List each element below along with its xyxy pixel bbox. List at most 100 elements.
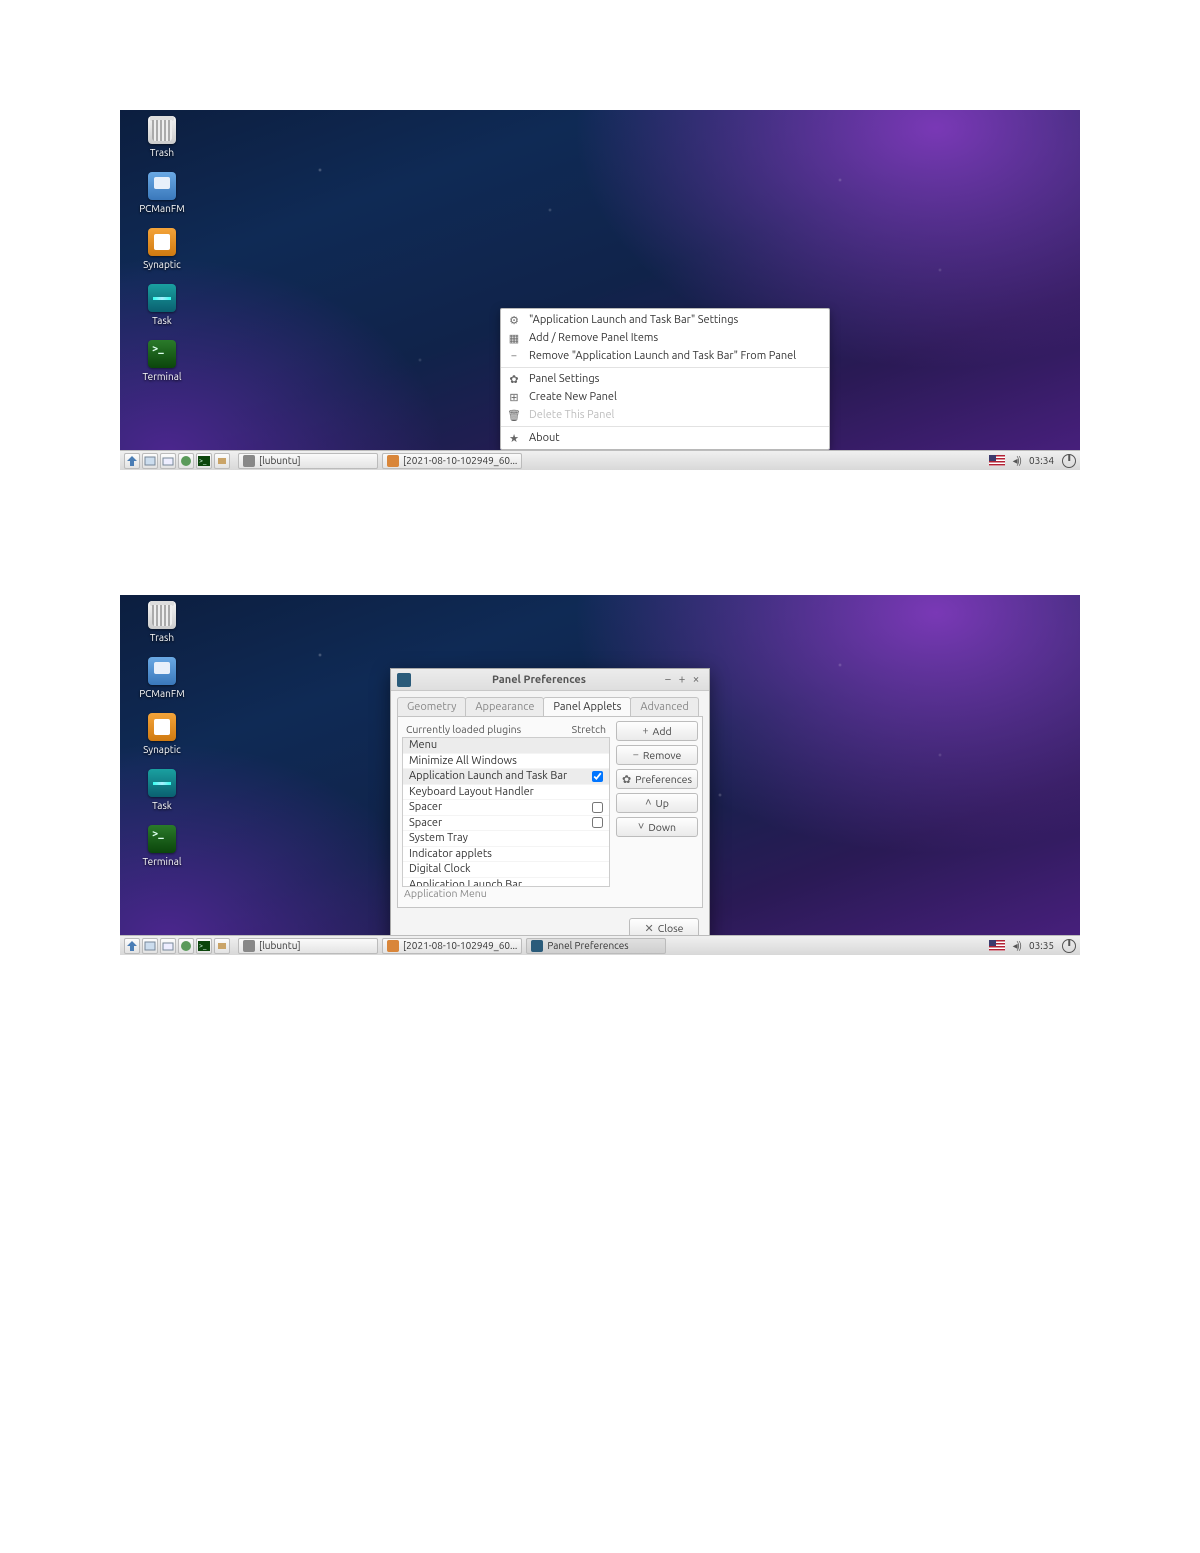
launcher-terminal-button[interactable]: >_ xyxy=(196,453,212,469)
menu-item-label: Add / Remove Panel Items xyxy=(529,332,658,344)
launcher-web-button[interactable] xyxy=(178,938,194,954)
plugin-label: Minimize All Windows xyxy=(409,755,603,767)
desktop-icon-pcmanfm-icon xyxy=(148,657,176,685)
launcher-extra-button[interactable] xyxy=(214,938,230,954)
plugin-row[interactable]: Minimize All Windows xyxy=(403,754,609,770)
plugin-row[interactable]: Indicator applets xyxy=(403,847,609,863)
clock[interactable]: 03:35 xyxy=(1029,940,1054,951)
folder-icon xyxy=(243,940,255,952)
menu-button[interactable] xyxy=(124,453,140,469)
plugin-row[interactable]: Keyboard Layout Handler xyxy=(403,785,609,801)
desktop-icon-trash[interactable]: Trash xyxy=(132,601,192,643)
plugin-row[interactable]: Menu xyxy=(403,738,609,754)
panel-context-menu: ⚙ "Application Launch and Task Bar" Setti… xyxy=(500,308,830,450)
desktop-icon-synaptic[interactable]: Synaptic xyxy=(132,713,192,755)
launcher-terminal-button[interactable]: >_ xyxy=(196,938,212,954)
down-button[interactable]: ˅Down xyxy=(616,817,698,837)
menu-item-create-panel[interactable]: ⊞Create New Panel xyxy=(501,388,829,406)
taskbar-item-label: [lubuntu] xyxy=(259,455,301,466)
taskbar-item-lubuntu[interactable]: [lubuntu] xyxy=(238,453,378,469)
menu-item-icon: − xyxy=(508,350,520,362)
plugin-label: Menu xyxy=(409,739,603,751)
close-window-button[interactable]: × xyxy=(689,673,703,687)
gear-icon: ✿ xyxy=(622,773,631,786)
plugin-label: Keyboard Layout Handler xyxy=(409,786,603,798)
launcher-files-button[interactable] xyxy=(160,453,176,469)
stretch-checkbox[interactable] xyxy=(592,771,603,782)
tab-advanced[interactable]: Advanced xyxy=(630,697,698,716)
menu-item-applet-settings[interactable]: ⚙ "Application Launch and Task Bar" Setti… xyxy=(501,311,829,329)
minimize-button[interactable]: − xyxy=(661,673,675,687)
desktop-icon-terminal[interactable]: Terminal xyxy=(132,825,192,867)
column-header-stretch: Stretch xyxy=(572,723,606,735)
desktop-icon-synaptic-icon xyxy=(148,228,176,256)
taskbar-item-panel-preferences[interactable]: Panel Preferences xyxy=(526,938,666,954)
taskbar-item-screenshot[interactable]: [2021-08-10-102949_60... xyxy=(382,938,522,954)
desktop-icon-task[interactable]: Task xyxy=(132,769,192,811)
plugins-list[interactable]: Menu Minimize All Windows Application Laun… xyxy=(402,737,610,887)
volume-icon[interactable]: ◂)) xyxy=(1013,940,1021,952)
plugin-label: Application Launch and Task Bar xyxy=(409,770,592,782)
menu-item-about[interactable]: ★ About xyxy=(501,429,829,447)
menu-button[interactable] xyxy=(124,938,140,954)
plugin-row[interactable]: System Tray xyxy=(403,831,609,847)
menu-item-label: "Application Launch and Task Bar" Settin… xyxy=(529,314,738,326)
dialog-tabs: GeometryAppearancePanel AppletsAdvanced xyxy=(391,691,709,716)
desktop-icon-synaptic-icon xyxy=(148,713,176,741)
taskbar-item-label: [lubuntu] xyxy=(259,940,301,951)
menu-item-remove-applet[interactable]: −Remove "Application Launch and Task Bar… xyxy=(501,347,829,365)
maximize-button[interactable]: + xyxy=(675,673,689,687)
taskbar-item-screenshot[interactable]: [2021-08-10-102949_60... xyxy=(382,453,522,469)
stretch-checkbox[interactable] xyxy=(592,802,603,813)
dialog-titlebar[interactable]: Panel Preferences − + × xyxy=(391,669,709,691)
show-desktop-button[interactable] xyxy=(142,453,158,469)
launcher-extra-button[interactable] xyxy=(214,453,230,469)
tab-geometry[interactable]: Geometry xyxy=(397,697,466,716)
add-button[interactable]: +Add xyxy=(616,721,698,741)
menu-item-label: Remove "Application Launch and Task Bar"… xyxy=(529,350,796,362)
menu-item-delete-panel: 🗑Delete This Panel xyxy=(501,406,829,424)
desktop-icon-terminal-icon xyxy=(148,340,176,368)
shutdown-button[interactable] xyxy=(1062,939,1076,953)
plugin-row[interactable]: Digital Clock xyxy=(403,862,609,878)
desktop-icon-pcmanfm[interactable]: PCManFM xyxy=(132,657,192,699)
menu-item-label: Delete This Panel xyxy=(529,409,614,421)
plugin-row[interactable]: Spacer xyxy=(403,800,609,816)
launcher-web-button[interactable] xyxy=(178,453,194,469)
taskbar-item-lubuntu[interactable]: [lubuntu] xyxy=(238,938,378,954)
launcher-files-button[interactable] xyxy=(160,938,176,954)
plugin-row[interactable]: Application Launch Bar xyxy=(403,878,609,888)
keyboard-layout-indicator[interactable] xyxy=(989,940,1005,951)
taskbar-item-label: Panel Preferences xyxy=(547,940,628,951)
desktop-icon-trash[interactable]: Trash xyxy=(132,116,192,158)
desktop-icon-trash-icon xyxy=(148,116,176,144)
plus-icon: + xyxy=(642,725,648,737)
menu-item-icon: ⚙ xyxy=(508,314,520,326)
menu-item-add-remove-items[interactable]: ▦Add / Remove Panel Items xyxy=(501,329,829,347)
remove-button[interactable]: −Remove xyxy=(616,745,698,765)
desktop-icon-task[interactable]: Task xyxy=(132,284,192,326)
stretch-checkbox[interactable] xyxy=(592,817,603,828)
menu-item-panel-settings[interactable]: ✿Panel Settings xyxy=(501,370,829,388)
preferences-button[interactable]: ✿Preferences xyxy=(616,769,698,789)
keyboard-layout-indicator[interactable] xyxy=(989,455,1005,466)
screenshot-2: Trash PCManFM Synaptic Task Terminal Panel P… xyxy=(120,595,1080,955)
menu-item-label: About xyxy=(529,432,560,444)
plugin-row[interactable]: Spacer xyxy=(403,816,609,832)
shutdown-button[interactable] xyxy=(1062,454,1076,468)
clock[interactable]: 03:34 xyxy=(1029,455,1054,466)
panel: >_ [lubuntu] [2021-08-10-102949_60... Pa… xyxy=(120,935,1080,955)
plugin-description: Application Menu xyxy=(402,887,610,903)
volume-icon[interactable]: ◂)) xyxy=(1013,455,1021,467)
window-icon xyxy=(397,673,411,687)
tab-panel-applets[interactable]: Panel Applets xyxy=(543,697,631,716)
up-button[interactable]: ˄Up xyxy=(616,793,698,813)
show-desktop-button[interactable] xyxy=(142,938,158,954)
desktop-icon-pcmanfm[interactable]: PCManFM xyxy=(132,172,192,214)
desktop-icon-terminal[interactable]: Terminal xyxy=(132,340,192,382)
close-icon: ✕ xyxy=(645,922,654,935)
desktop-icon-synaptic[interactable]: Synaptic xyxy=(132,228,192,270)
tab-appearance[interactable]: Appearance xyxy=(465,697,544,716)
menu-item-icon: ★ xyxy=(508,432,520,444)
plugin-row[interactable]: Application Launch and Task Bar xyxy=(403,769,609,785)
